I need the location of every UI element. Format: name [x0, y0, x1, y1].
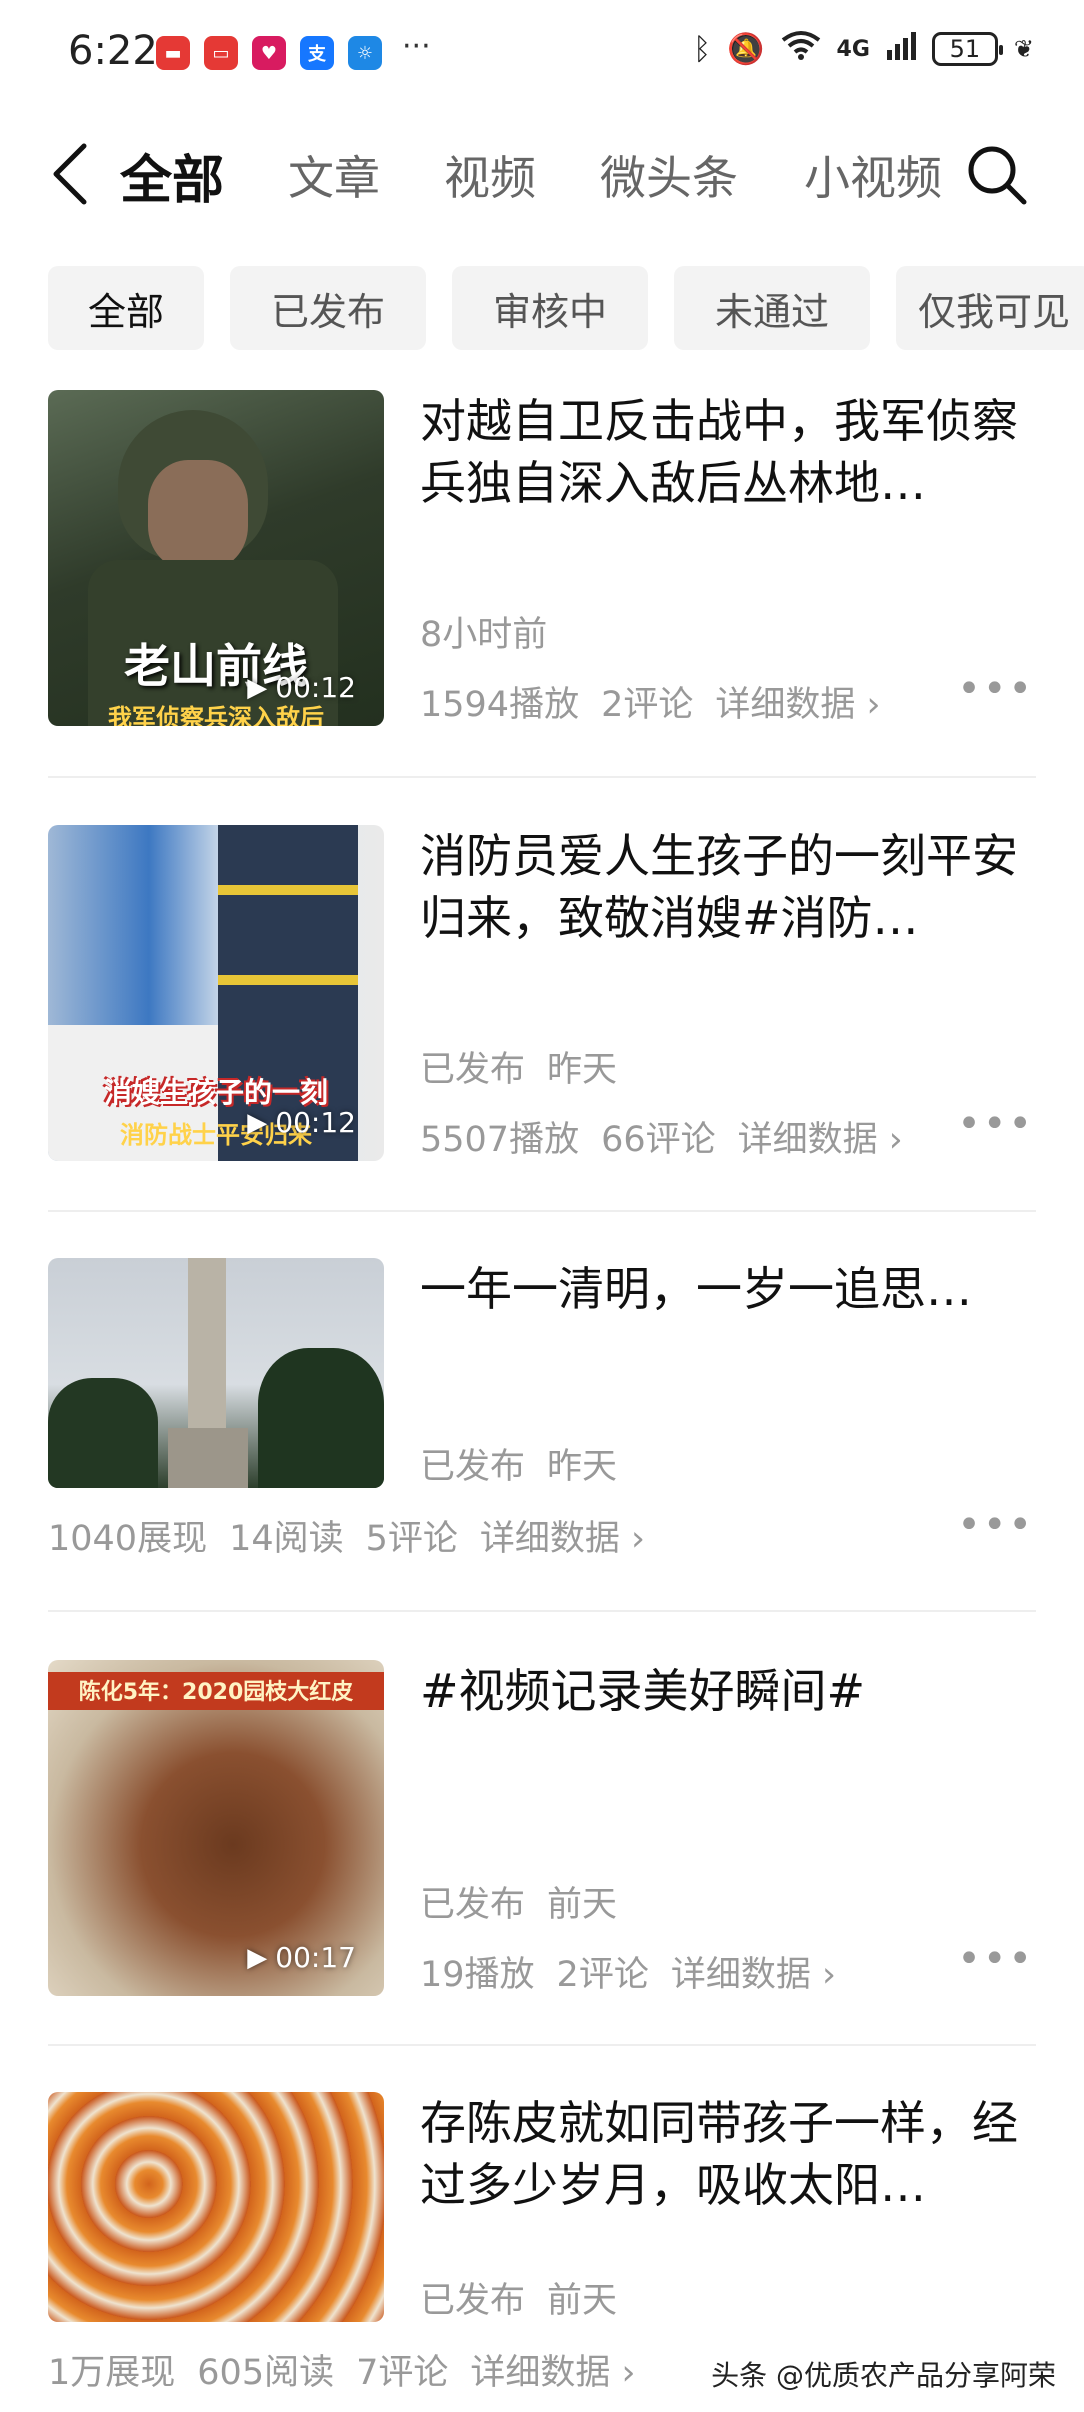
detail-data-link[interactable]: 详细数据 ›	[671, 1955, 836, 1995]
item-stats: 1万展现 605阅读 7评论 详细数据 ›	[48, 2344, 658, 2395]
item-time: 8小时前	[420, 615, 548, 655]
item-status-time: 已发布 昨天	[420, 1041, 639, 1092]
item-title[interactable]: 存陈皮就如同带孩子一样，经过多少岁月，吸收太阳…	[420, 2092, 1040, 2216]
video-thumbnail[interactable]: 陈化5年：2020园枝大红皮 ▶ 00:17	[48, 1660, 384, 1996]
wifi-icon	[781, 30, 821, 68]
divider	[48, 1610, 1036, 1612]
tab-short-videos[interactable]: 小视频	[804, 142, 942, 208]
signal-icon	[886, 30, 916, 68]
video-thumbnail[interactable]: 老山前线 我军侦察兵深入敌后 ▶ 00:12	[48, 390, 384, 726]
status-badge: 已发布	[420, 2281, 526, 2321]
article-thumbnail[interactable]	[48, 1258, 384, 1488]
item-status-time: 已发布 昨天	[420, 1438, 639, 1489]
item-title[interactable]: 消防员爱人生孩子的一刻平安归来，致敬消嫂#消防…	[420, 825, 1040, 949]
item-time: 前天	[547, 1885, 618, 1925]
detail-data-link[interactable]: 详细数据 ›	[470, 2353, 635, 2393]
video-thumbnail[interactable]: 消嫂生孩子的一刻 消防战士平安归来 ▶ 00:12	[48, 825, 384, 1161]
stat-comments: 7评论	[356, 2353, 449, 2393]
stat-plays: 1594播放	[420, 685, 580, 725]
video-duration: ▶ 00:17	[247, 1941, 356, 1974]
watermark: 头条 @优质农产品分享阿荣	[711, 2359, 1056, 2392]
stat-impressions: 1万展现	[48, 2353, 176, 2393]
play-icon: ▶	[247, 1107, 268, 1138]
bulb-app-icon: ☼	[348, 36, 382, 70]
tab-articles[interactable]: 文章	[288, 142, 380, 208]
mute-bell-icon: 🔕	[727, 31, 765, 67]
play-icon: ▶	[247, 672, 268, 703]
battery-icon: 51	[931, 32, 1003, 66]
thumbnail-caption: 陈化5年：2020园枝大红皮	[78, 1680, 354, 1705]
article-thumbnail[interactable]	[48, 2092, 384, 2322]
leaf-icon: ❦	[1013, 35, 1034, 63]
filter-all[interactable]: 全部	[48, 266, 204, 350]
play-icon: ▶	[247, 1942, 268, 1973]
filter-chips: 全部 已发布 审核中 未通过 仅我可见	[48, 266, 1084, 350]
item-time: 前天	[547, 2281, 618, 2321]
tab-videos[interactable]: 视频	[444, 142, 536, 208]
video-duration: ▶ 00:12	[247, 1106, 356, 1139]
divider	[48, 1210, 1036, 1212]
more-options-icon[interactable]: •••	[957, 1502, 1034, 1548]
tab-all[interactable]: 全部	[120, 138, 224, 213]
detail-data-link[interactable]: 详细数据 ›	[715, 685, 880, 725]
status-badge: 已发布	[420, 1447, 526, 1487]
back-arrow-icon[interactable]	[48, 142, 92, 206]
status-time: 6:22	[68, 28, 158, 74]
status-badge: 已发布	[420, 1050, 526, 1090]
item-stats: 1040展现 14阅读 5评论 详细数据 ›	[48, 1510, 667, 1561]
item-title[interactable]: 一年一清明，一岁一追思…	[420, 1258, 1040, 1320]
top-nav: 全部 文章 视频 微头条 小视频	[0, 128, 1084, 218]
filter-reviewing[interactable]: 审核中	[452, 266, 648, 350]
item-title[interactable]: #视频记录美好瞬间#	[420, 1660, 1040, 1722]
stat-reads: 14阅读	[229, 1519, 344, 1559]
item-status-time: 已发布 前天	[420, 2272, 639, 2323]
item-status-time: 已发布 前天	[420, 1876, 639, 1927]
stat-plays: 19播放	[420, 1955, 535, 1995]
alipay-app-icon: 支	[300, 36, 334, 70]
filter-private[interactable]: 仅我可见	[896, 266, 1084, 350]
more-notifications-icon: ···	[402, 28, 431, 64]
stat-comments: 2评论	[601, 685, 694, 725]
more-options-icon[interactable]: •••	[957, 1101, 1034, 1147]
filter-published[interactable]: 已发布	[230, 266, 426, 350]
video-duration: ▶ 00:12	[247, 671, 356, 704]
divider	[48, 776, 1036, 778]
stat-comments: 66评论	[601, 1120, 716, 1160]
divider	[48, 2044, 1036, 2046]
bluetooth-icon: ᛒ	[693, 31, 712, 67]
item-time: 昨天	[547, 1447, 618, 1487]
item-title[interactable]: 对越自卫反击战中，我军侦察兵独自深入敌后丛林地…	[420, 390, 1040, 514]
stat-comments: 5评论	[365, 1519, 458, 1559]
detail-data-link[interactable]: 详细数据 ›	[480, 1519, 645, 1559]
item-stats: 19播放 2评论 详细数据 ›	[420, 1946, 858, 1997]
status-badge: 已发布	[420, 1885, 526, 1925]
more-options-icon[interactable]: •••	[957, 1936, 1034, 1982]
thumbnail-caption: 消嫂生孩子的一刻	[103, 1076, 328, 1109]
tv-app-icon: ▭	[204, 36, 238, 70]
stat-comments: 2评论	[556, 1955, 649, 1995]
item-time: 昨天	[547, 1050, 618, 1090]
status-bar: 6:22 ▬ ▭ ♥ 支 ☼ ··· ᛒ 🔕 4G 51 ❦	[0, 0, 1084, 110]
stat-impressions: 1040展现	[48, 1519, 208, 1559]
detail-data-link[interactable]: 详细数据 ›	[738, 1120, 903, 1160]
item-stats: 5507播放 66评论 详细数据 ›	[420, 1111, 925, 1162]
tab-micro-posts[interactable]: 微头条	[600, 142, 738, 208]
huawei-app-icon: ▬	[156, 36, 190, 70]
stat-plays: 5507播放	[420, 1120, 580, 1160]
filter-rejected[interactable]: 未通过	[674, 266, 870, 350]
search-icon[interactable]	[966, 144, 1028, 206]
heart-app-icon: ♥	[252, 36, 286, 70]
more-options-icon[interactable]: •••	[957, 666, 1034, 712]
item-stats: 1594播放 2评论 详细数据 ›	[420, 676, 902, 727]
network-type: 4G	[836, 36, 870, 62]
stat-reads: 605阅读	[197, 2353, 335, 2393]
